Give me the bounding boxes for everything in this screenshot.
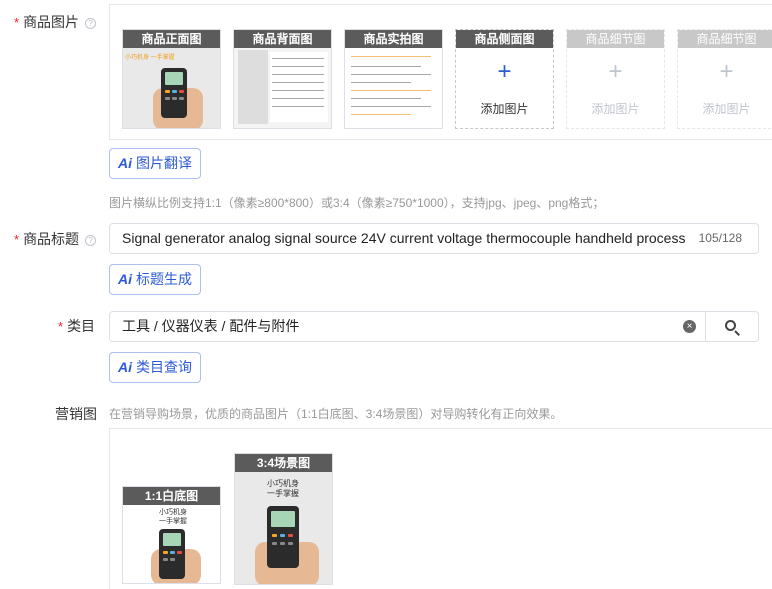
product-images-panel: 小巧机身 一手掌握 商品正面图 商品背面图 商品实拍图 商品侧面图 + 添加图片… bbox=[109, 4, 772, 140]
category-label: * 类目 bbox=[58, 318, 96, 334]
add-image-label: 添加图片 bbox=[591, 102, 640, 116]
clear-icon[interactable]: × bbox=[683, 320, 696, 333]
title-char-count: 105/128 bbox=[692, 224, 742, 253]
slot-title: 3:4场景图 bbox=[235, 454, 332, 472]
marketing-slot-portrait[interactable]: 小巧机身 一手掌握 3:4场景图 bbox=[234, 453, 333, 585]
image-format-hint: 图片横纵比例支持1:1（像素≥800*800）或3:4（像素≥750*1000）… bbox=[109, 196, 605, 210]
marketing-slot-square[interactable]: 小巧机身 一手掌握 1:1白底图 bbox=[122, 486, 221, 584]
product-photo-back bbox=[234, 48, 331, 128]
plus-icon: + bbox=[608, 58, 623, 85]
slot-title: 商品实拍图 bbox=[345, 30, 442, 48]
help-icon[interactable]: ? bbox=[85, 235, 97, 246]
image-translate-button[interactable]: Ai 图片翻译 bbox=[109, 148, 201, 179]
add-image-label: 添加图片 bbox=[480, 102, 529, 116]
search-icon bbox=[725, 320, 736, 331]
ai-icon: Ai bbox=[118, 155, 132, 171]
image-slot-detail-2[interactable]: 商品细节图 + 添加图片 bbox=[677, 29, 772, 129]
marketing-photo-square: 小巧机身 一手掌握 bbox=[123, 505, 220, 583]
ai-icon: Ai bbox=[118, 271, 132, 287]
product-photo-real bbox=[345, 48, 442, 128]
slot-title: 1:1白底图 bbox=[123, 487, 220, 505]
title-generate-button[interactable]: Ai 标题生成 bbox=[109, 264, 201, 295]
images-label: * 商品图片? bbox=[14, 12, 97, 32]
plus-icon: + bbox=[719, 58, 734, 85]
title-label: * 商品标题? bbox=[14, 229, 97, 249]
category-search-button[interactable] bbox=[705, 311, 759, 342]
plus-icon: + bbox=[497, 58, 512, 85]
image-slot-detail-1[interactable]: 商品细节图 + 添加图片 bbox=[566, 29, 665, 129]
slot-title: 商品细节图 bbox=[678, 30, 772, 48]
slot-title: 商品细节图 bbox=[567, 30, 664, 48]
marketing-hint: 在营销导购场景，优质的商品图片（1:1白底图、3:4场景图）对导购转化有正向效果… bbox=[109, 407, 563, 421]
marketing-photo-portrait: 小巧机身 一手掌握 bbox=[235, 472, 332, 584]
image-slot-real[interactable]: 商品实拍图 bbox=[344, 29, 443, 129]
required-mark: * bbox=[14, 15, 20, 30]
image-slot-front[interactable]: 小巧机身 一手掌握 商品正面图 bbox=[122, 29, 221, 129]
marketing-images-panel: 小巧机身 一手掌握 1:1白底图 小巧机身 一手掌握 3:4场景图 bbox=[109, 428, 772, 589]
slot-title: 商品背面图 bbox=[234, 30, 331, 48]
title-value: Signal generator analog signal source 24… bbox=[122, 230, 686, 246]
slot-title: 商品侧面图 bbox=[456, 30, 553, 48]
slot-title: 商品正面图 bbox=[123, 30, 220, 48]
product-photo-front: 小巧机身 一手掌握 bbox=[123, 48, 220, 128]
help-icon[interactable]: ? bbox=[85, 18, 97, 29]
marketing-label: 营销图 bbox=[55, 406, 97, 422]
category-input[interactable]: 工具 / 仪器仪表 / 配件与附件 × bbox=[109, 311, 707, 342]
required-mark: * bbox=[14, 232, 20, 247]
category-query-button[interactable]: Ai 类目查询 bbox=[109, 352, 201, 383]
image-slot-side[interactable]: 商品侧面图 + 添加图片 bbox=[455, 29, 554, 129]
add-image-label: 添加图片 bbox=[702, 102, 751, 116]
title-input[interactable]: Signal generator analog signal source 24… bbox=[109, 223, 759, 254]
required-mark: * bbox=[58, 319, 64, 334]
image-slot-back[interactable]: 商品背面图 bbox=[233, 29, 332, 129]
ai-icon: Ai bbox=[118, 359, 132, 375]
category-value: 工具 / 仪器仪表 / 配件与附件 bbox=[122, 318, 300, 334]
